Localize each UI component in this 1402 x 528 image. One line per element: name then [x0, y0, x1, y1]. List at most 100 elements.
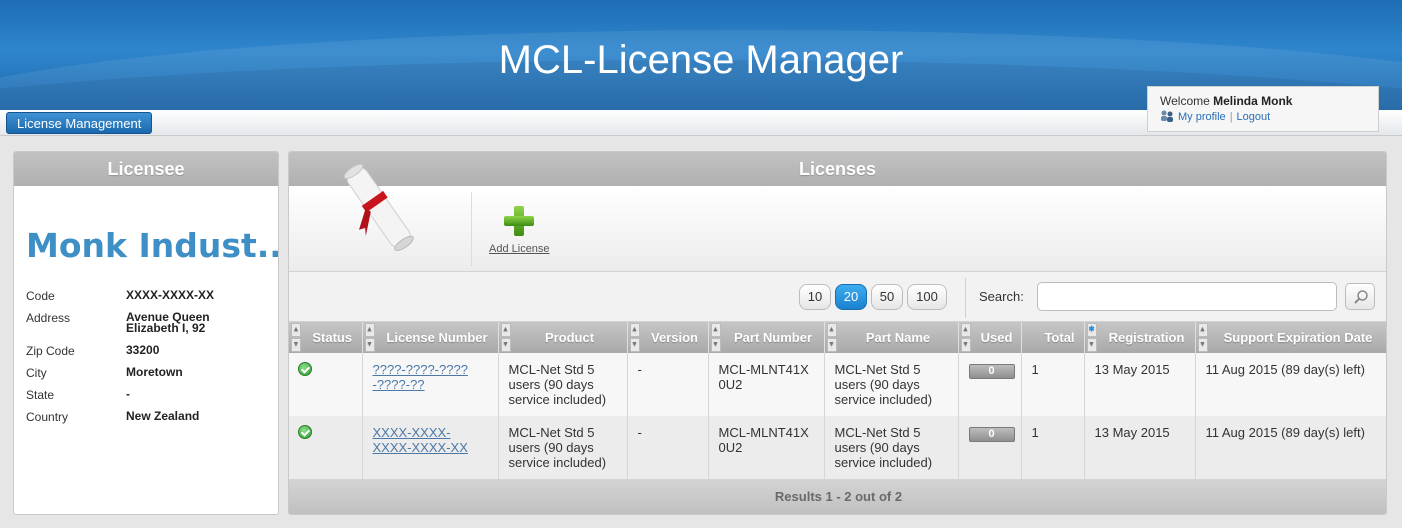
licensee-panel: Licensee Monk Indust... Code XXXX-XXXX-X… — [13, 151, 279, 515]
used-cell: 0 — [958, 353, 1022, 416]
check-circle-icon — [298, 362, 312, 376]
used-count-badge: 0 — [968, 427, 1015, 442]
part-number-cell: MCL-MLNT41X0U2 — [708, 416, 825, 479]
licenses-toolbar: Add License — [289, 163, 1386, 272]
search-separator — [965, 278, 966, 318]
column-header-support-expiration[interactable]: ▲ ▼ Support Expiration Date — [1195, 322, 1386, 353]
user-name: Melinda Monk — [1213, 94, 1293, 108]
page-size-20[interactable]: 20 — [835, 284, 867, 310]
column-header-version[interactable]: ▲ ▼ Version — [627, 322, 709, 353]
licensee-heading: Licensee — [14, 152, 278, 186]
sort-arrows-icon[interactable]: ▲ ▼ — [364, 323, 375, 352]
users-icon — [1161, 110, 1173, 122]
link-separator: | — [1229, 111, 1233, 123]
part-name-cell: MCL-Net Std 5 users (90 days service inc… — [824, 353, 959, 416]
license-number-link[interactable]: ????-????-????-????-?? — [373, 362, 468, 392]
total-cell: 1 — [1021, 416, 1085, 479]
column-header-total[interactable]: Total — [1021, 322, 1085, 353]
magnifier-icon — [1354, 290, 1368, 304]
registration-cell: 13 May 2015 — [1084, 416, 1196, 479]
license-number-cell: ????-????-????-????-?? — [362, 353, 499, 416]
results-footer: Results 1 - 2 out of 2 — [289, 479, 1386, 514]
used-cell: 0 — [958, 416, 1022, 479]
pager-search-row: 10 20 50 100 Search: — [289, 272, 1386, 322]
logout-link[interactable]: Logout — [1237, 111, 1271, 123]
info-row-city: City Moretown — [26, 366, 278, 388]
column-header-used[interactable]: ▲ ▼ Used — [958, 322, 1022, 353]
my-profile-link[interactable]: My profile — [1178, 111, 1226, 123]
sort-arrows-icon[interactable]: ▲ ▼ — [1197, 323, 1208, 352]
registration-cell: 13 May 2015 — [1084, 353, 1196, 416]
welcome-text: Welcome — [1160, 94, 1210, 108]
column-header-part-number[interactable]: ▲ ▼ Part Number — [708, 322, 825, 353]
version-cell: - — [627, 353, 709, 416]
sort-arrows-icon[interactable]: ▲ ▼ — [960, 323, 971, 352]
check-circle-icon — [298, 425, 312, 439]
sort-arrows-icon[interactable]: ✱ ▼ — [1086, 323, 1097, 352]
sort-arrows-icon[interactable]: ▲ ▼ — [500, 323, 511, 352]
welcome-box: Welcome Melinda Monk My profile | Logout — [1147, 86, 1379, 132]
info-value: XXXX-XXXX-XX — [126, 288, 215, 302]
plus-icon — [504, 206, 535, 236]
sort-arrows-icon[interactable]: ▲ ▼ — [826, 323, 837, 352]
info-value: 33200 — [126, 343, 160, 357]
info-label: City — [26, 366, 47, 380]
table-row[interactable]: XXXX-XXXX-XXXX-XXXX-XX MCL-Net Std 5 use… — [289, 416, 1386, 479]
column-header-registration[interactable]: ✱ ▼ Registration — [1084, 322, 1196, 353]
licenses-heading: Licenses — [289, 152, 1386, 186]
column-header-status[interactable]: ▲ ▼ Status — [289, 322, 363, 353]
info-row-country: Country New Zealand — [26, 410, 278, 432]
info-row-code: Code XXXX-XXXX-XX — [26, 289, 278, 311]
total-cell: 1 — [1021, 353, 1085, 416]
part-name-cell: MCL-Net Std 5 users (90 days service inc… — [824, 416, 959, 479]
product-cell: MCL-Net Std 5 users (90 days service inc… — [498, 416, 628, 479]
status-cell — [289, 416, 363, 479]
table-header-row: ▲ ▼ Status ▲ ▼ License Number ▲ ▼ Product ▲ ▼ Ve… — [289, 322, 1386, 353]
page-size-100[interactable]: 100 — [907, 284, 947, 310]
toolbar-divider — [471, 192, 472, 266]
sort-arrows-icon[interactable]: ▲ ▼ — [710, 323, 721, 352]
part-number-cell: MCL-MLNT41X0U2 — [708, 353, 825, 416]
search-input[interactable] — [1037, 282, 1337, 311]
table-row[interactable]: ????-????-????-????-?? MCL-Net Std 5 use… — [289, 353, 1386, 416]
info-label: Code — [26, 289, 55, 303]
user-links: My profile | Logout — [1160, 110, 1366, 123]
welcome-line: Welcome Melinda Monk — [1160, 94, 1366, 108]
add-license-label: Add License — [489, 243, 550, 255]
info-label: Zip Code — [26, 344, 75, 358]
page-size-10[interactable]: 10 — [799, 284, 831, 310]
app-title: MCL-License Manager — [498, 38, 904, 82]
search-label: Search: — [979, 289, 1024, 304]
company-name: Monk Indust... — [26, 226, 279, 265]
status-cell — [289, 353, 363, 416]
licensee-info: Code XXXX-XXXX-XX Address Avenue Queen E… — [26, 289, 278, 432]
support-expiration-cell: 11 Aug 2015 (89 day(s) left) — [1195, 353, 1386, 416]
licenses-panel: Licenses Add License 10 20 50 100 Search… — [288, 151, 1387, 515]
search-button[interactable] — [1345, 283, 1375, 310]
support-expiration-cell: 11 Aug 2015 (89 day(s) left) — [1195, 416, 1386, 479]
page-size-50[interactable]: 50 — [871, 284, 903, 310]
column-header-part-name[interactable]: ▲ ▼ Part Name — [824, 322, 959, 353]
info-label: Address — [26, 311, 71, 325]
info-label: State — [26, 388, 55, 402]
license-number-link[interactable]: XXXX-XXXX-XXXX-XXXX-XX — [373, 425, 468, 455]
sort-arrows-icon[interactable]: ▲ ▼ — [629, 323, 640, 352]
info-row-address: Address Avenue Queen Elizabeth I, 92 — [26, 311, 278, 344]
product-cell: MCL-Net Std 5 users (90 days service inc… — [498, 353, 628, 416]
licenses-table: ▲ ▼ Status ▲ ▼ License Number ▲ ▼ Product ▲ ▼ Ve… — [289, 322, 1386, 479]
info-row-zip: Zip Code 33200 — [26, 344, 278, 366]
info-value: Moretown — [126, 365, 183, 379]
info-value: - — [126, 387, 130, 401]
used-count-badge: 0 — [968, 364, 1015, 379]
license-number-cell: XXXX-XXXX-XXXX-XXXX-XX — [362, 416, 499, 479]
column-header-product[interactable]: ▲ ▼ Product — [498, 322, 628, 353]
info-row-state: State - — [26, 388, 278, 410]
add-license-button[interactable]: Add License — [489, 206, 550, 255]
diploma-scroll-icon — [343, 163, 414, 252]
license-management-button[interactable]: License Management — [6, 112, 153, 134]
column-header-license-number[interactable]: ▲ ▼ License Number — [362, 322, 499, 353]
version-cell: - — [627, 416, 709, 479]
info-value: Avenue Queen Elizabeth I, 92 — [126, 310, 210, 335]
sort-arrows-icon[interactable]: ▲ ▼ — [291, 323, 301, 352]
info-value: New Zealand — [126, 409, 200, 423]
